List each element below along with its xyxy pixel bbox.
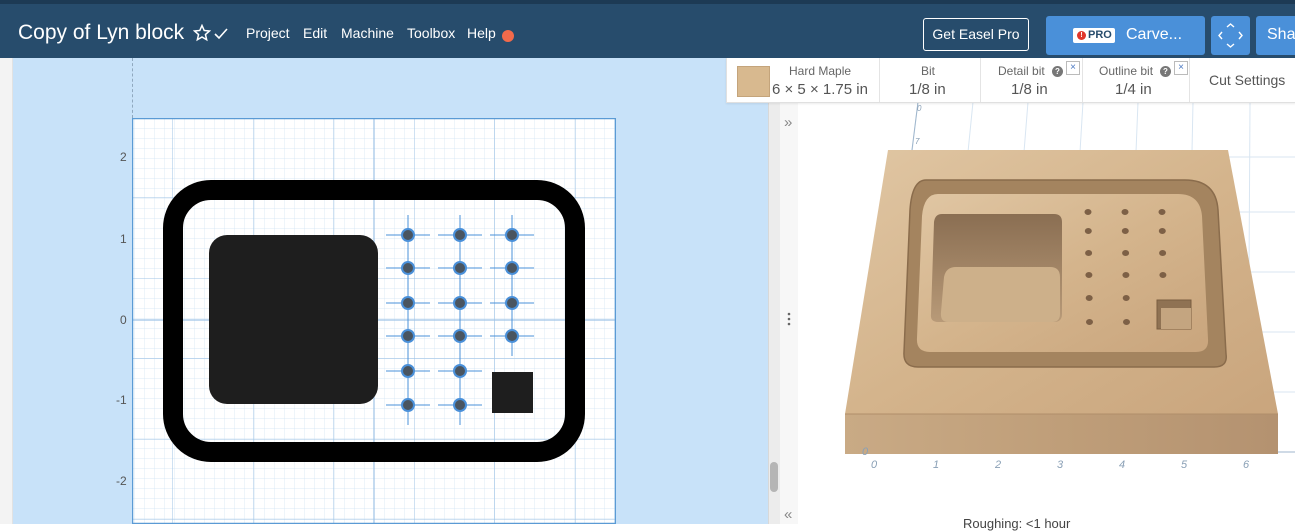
vertical-scrollbar-thumb[interactable]: [770, 462, 778, 492]
small-square-shape: [492, 372, 533, 413]
preview-hole: [1085, 250, 1093, 256]
bit-value[interactable]: 1/8 in: [909, 81, 946, 98]
project-title[interactable]: Copy of Lyn block: [18, 21, 184, 45]
outline-bit-close-icon[interactable]: ×: [1174, 61, 1188, 75]
y-axis-tick-label: -2: [116, 474, 127, 488]
menu-edit[interactable]: Edit: [303, 25, 327, 41]
y-axis-tick-label: -1: [116, 393, 127, 407]
preview-x-tick: 6: [1243, 459, 1250, 471]
drill-hole-marker[interactable]: [453, 364, 467, 378]
fullscreen-button[interactable]: [1211, 16, 1250, 55]
y-axis-tick-label: 2: [120, 150, 127, 164]
outline-bit-label: Outline bit: [1099, 64, 1154, 78]
preview-y-tick: 7: [915, 137, 920, 146]
preview-y-tick: 0: [862, 446, 869, 458]
workpiece-grid[interactable]: [132, 118, 616, 524]
drill-hole-marker[interactable]: [505, 261, 519, 275]
cut-settings-bar: Hard Maple 6 × 5 × 1.75 in Bit 1/8 in De…: [726, 58, 1295, 103]
get-easel-pro-button[interactable]: Get Easel Pro: [923, 18, 1029, 51]
preview-y-tick: 0: [917, 104, 922, 113]
carve-button[interactable]: ! PRO Carve...: [1046, 16, 1205, 55]
preview-x-tick: 2: [994, 459, 1001, 471]
stock-front-face: [845, 414, 1278, 454]
drill-hole-marker[interactable]: [401, 296, 415, 310]
share-label: Share: [1267, 26, 1295, 43]
preview-x-tick: 3: [1057, 459, 1064, 471]
3d-preview[interactable]: 0 1 2 3 4 5 6 0 7 0: [798, 102, 1295, 524]
menu-help[interactable]: Help: [467, 25, 496, 41]
preview-hole: [1122, 250, 1130, 256]
share-button[interactable]: Share: [1256, 16, 1295, 55]
preview-hole: [1085, 272, 1093, 278]
canvas-guide-line: [132, 58, 133, 118]
pocket-square-shape: [209, 235, 378, 404]
preview-hole: [1121, 228, 1129, 234]
bit-label: Bit: [921, 64, 936, 78]
notification-dot-icon: [502, 30, 514, 42]
menu-project[interactable]: Project: [246, 25, 290, 41]
menu-toolbox[interactable]: Toolbox: [407, 25, 455, 41]
preview-hole: [1084, 228, 1092, 234]
drill-hole-marker[interactable]: [505, 228, 519, 242]
preview-hole: [1158, 209, 1166, 215]
y-axis-tick-label: 0: [120, 313, 127, 327]
top-navigation-bar: Copy of Lyn block Project Edit Machine T…: [0, 0, 1295, 58]
drill-hole-marker[interactable]: [453, 398, 467, 412]
preview-hole: [1158, 228, 1166, 234]
y-axis-tick-label: 1: [120, 232, 127, 246]
drill-hole-marker[interactable]: [453, 228, 467, 242]
outline-bit-value[interactable]: 1/4 in: [1115, 81, 1152, 98]
star-icon[interactable]: [193, 24, 211, 42]
drill-hole-marker[interactable]: [401, 228, 415, 242]
drag-handle-icon[interactable]: [787, 312, 791, 326]
saved-check-icon: [214, 28, 228, 40]
preview-x-tick: 5: [1181, 459, 1188, 471]
detail-bit-value[interactable]: 1/8 in: [1011, 81, 1048, 98]
drill-hole-marker[interactable]: [505, 329, 519, 343]
material-dimensions[interactable]: 6 × 5 × 1.75 in: [772, 81, 868, 98]
preview-x-tick: 0: [871, 459, 878, 471]
drill-hole-marker[interactable]: [401, 261, 415, 275]
drill-hole-marker[interactable]: [453, 329, 467, 343]
preview-hole: [1122, 272, 1130, 278]
outline-bit-help-icon[interactable]: ?: [1160, 66, 1171, 77]
material-swatch[interactable]: [737, 66, 770, 97]
drill-hole-marker[interactable]: [453, 261, 467, 275]
pocket-floor: [940, 267, 1060, 322]
pro-badge-label: PRO: [1088, 29, 1112, 41]
detail-bit-close-icon[interactable]: ×: [1066, 61, 1080, 75]
pro-badge: ! PRO: [1073, 28, 1115, 43]
drill-hole-marker[interactable]: [453, 296, 467, 310]
drill-hole-marker[interactable]: [401, 364, 415, 378]
drill-hole-marker[interactable]: [505, 296, 519, 310]
cut-settings-button[interactable]: Cut Settings: [1209, 72, 1285, 88]
preview-hole: [1084, 209, 1092, 215]
preview-hole: [1122, 295, 1130, 301]
pro-alert-icon: !: [1077, 31, 1086, 40]
preview-hole: [1159, 250, 1167, 256]
preview-hole: [1086, 319, 1093, 325]
preview-hole: [1085, 295, 1093, 301]
detail-bit-help-icon[interactable]: ?: [1052, 66, 1063, 77]
preview-hole: [1123, 319, 1130, 325]
preview-x-tick: 4: [1119, 459, 1125, 471]
preview-x-tick: 1: [933, 459, 939, 471]
left-toolbar-gutter: [0, 58, 13, 524]
material-name[interactable]: Hard Maple: [789, 64, 851, 78]
expand-arrows-icon: [1218, 23, 1243, 48]
collapse-left-icon[interactable]: «: [784, 506, 792, 523]
preview-hole: [1159, 272, 1167, 278]
drill-hole-marker[interactable]: [401, 398, 415, 412]
drill-hole-marker[interactable]: [401, 329, 415, 343]
menu-machine[interactable]: Machine: [341, 25, 394, 41]
detail-bit-label: Detail bit: [998, 64, 1045, 78]
expand-right-icon[interactable]: »: [784, 114, 792, 131]
preview-hole: [1121, 209, 1129, 215]
carve-label: Carve...: [1126, 26, 1183, 43]
